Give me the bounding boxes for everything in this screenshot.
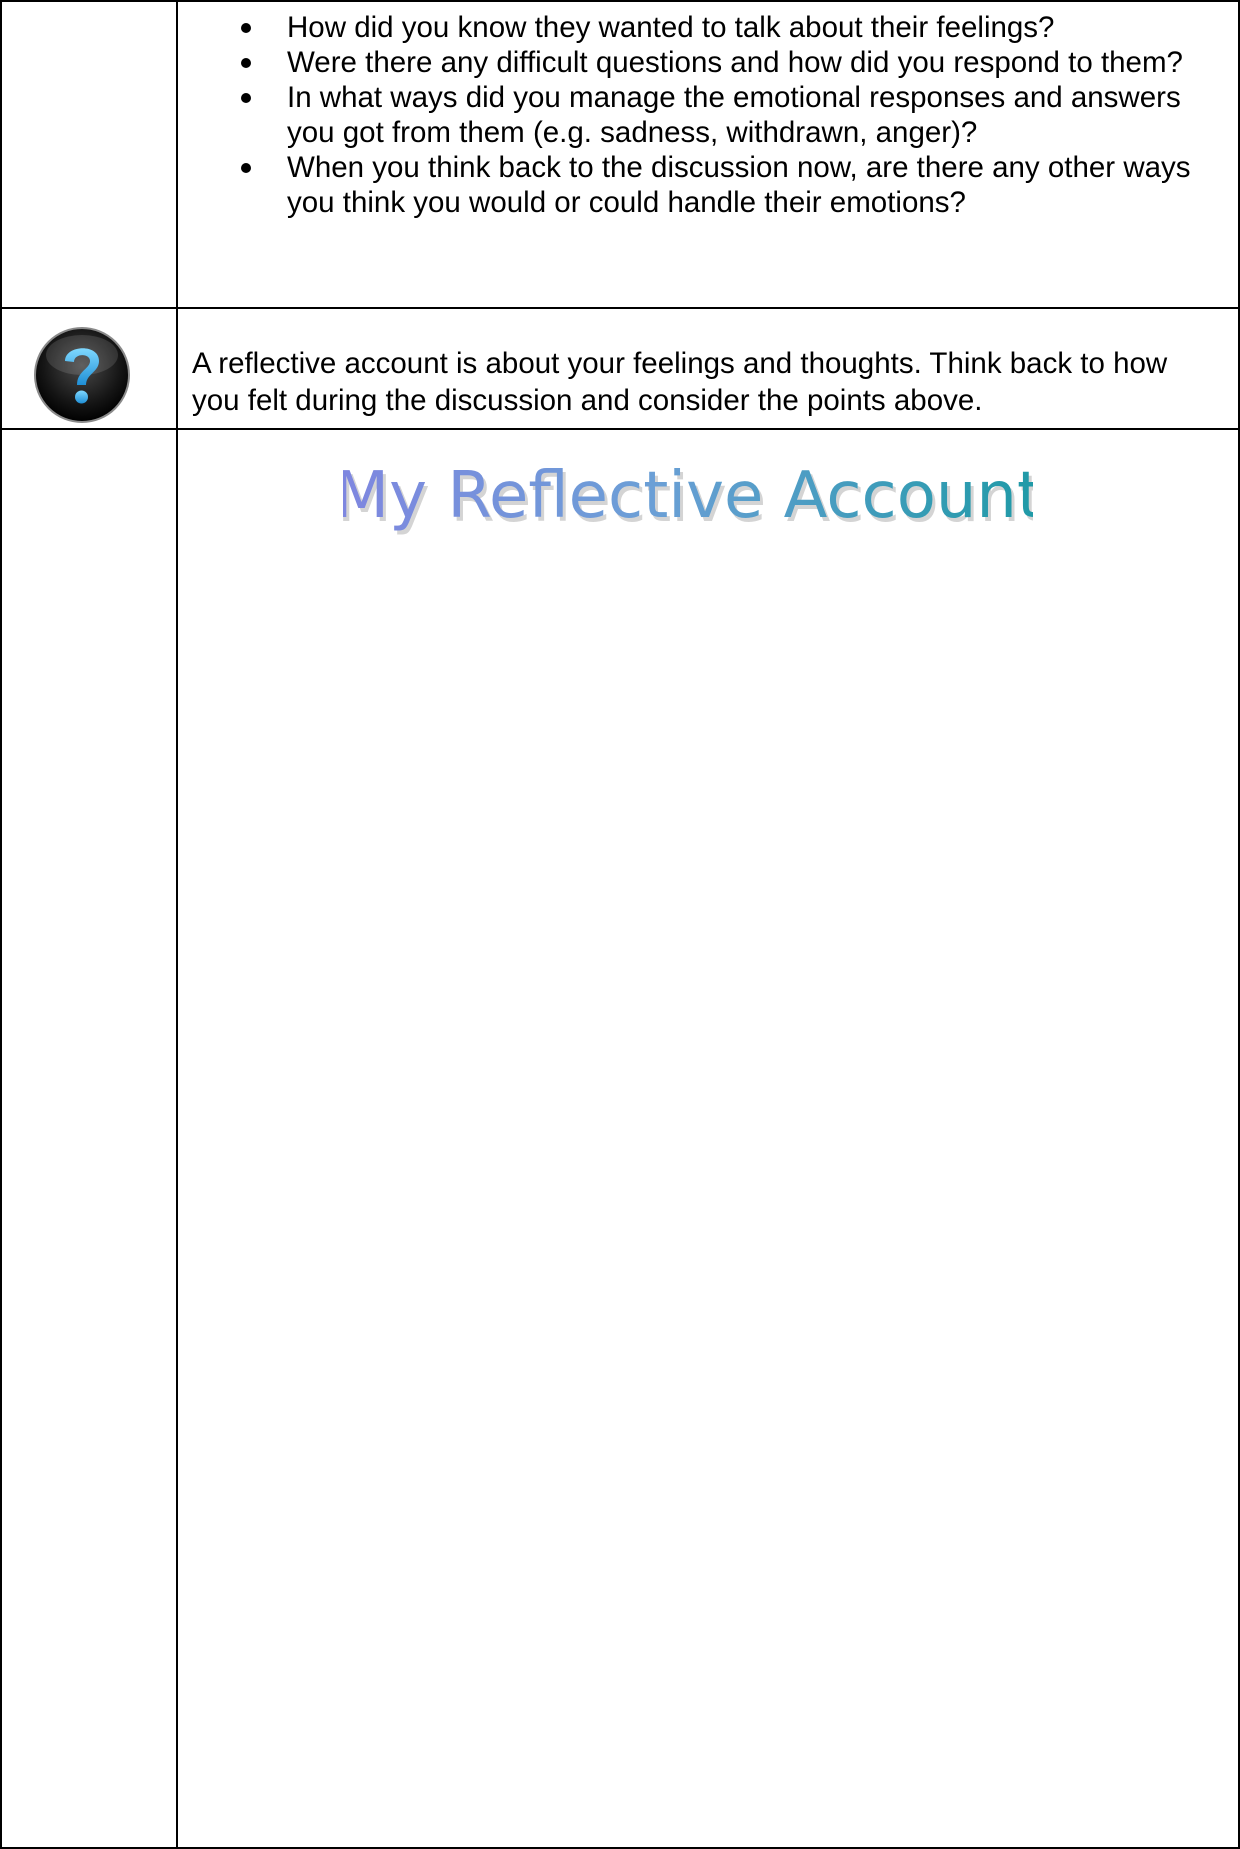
prompt-text: How did you know they wanted to talk abo… <box>287 11 1055 44</box>
prompts-row: How did you know they wanted to talk abo… <box>0 0 1240 309</box>
prompt-text: When you think back to the discussion no… <box>287 151 1191 219</box>
bullet-icon <box>241 163 251 173</box>
list-item: In what ways did you manage the emotiona… <box>241 80 1208 150</box>
bullet-icon <box>241 58 251 68</box>
account-icon-cell <box>0 428 178 1849</box>
account-title: My Reflective Account My Reflective Acco… <box>178 440 1238 555</box>
bullet-icon <box>241 23 251 33</box>
prompts-icon-cell <box>0 0 178 309</box>
prompt-text: In what ways did you manage the emotiona… <box>287 81 1181 149</box>
list-item: Were there any difficult questions and h… <box>241 45 1208 80</box>
info-text: A reflective account is about your feeli… <box>192 347 1168 417</box>
info-icon-cell <box>0 307 178 430</box>
list-item: How did you know they wanted to talk abo… <box>241 10 1208 45</box>
prompts-cell: How did you know they wanted to talk abo… <box>176 0 1240 309</box>
account-row: My Reflective Account My Reflective Acco… <box>0 428 1240 1849</box>
list-item: When you think back to the discussion no… <box>241 150 1208 220</box>
account-cell[interactable]: My Reflective Account My Reflective Acco… <box>176 428 1240 1849</box>
prompt-text: Were there any difficult questions and h… <box>287 46 1183 79</box>
worksheet-table: How did you know they wanted to talk abo… <box>0 0 1240 1849</box>
account-title-wordart: My Reflective Account My Reflective Acco… <box>343 459 1033 537</box>
bullet-icon <box>241 93 251 103</box>
question-mark-icon <box>34 327 130 423</box>
info-row: A reflective account is about your feeli… <box>0 307 1240 430</box>
account-title-text: My Reflective Account <box>343 459 1033 533</box>
info-cell: A reflective account is about your feeli… <box>176 307 1240 430</box>
prompts-list: How did you know they wanted to talk abo… <box>178 10 1238 220</box>
